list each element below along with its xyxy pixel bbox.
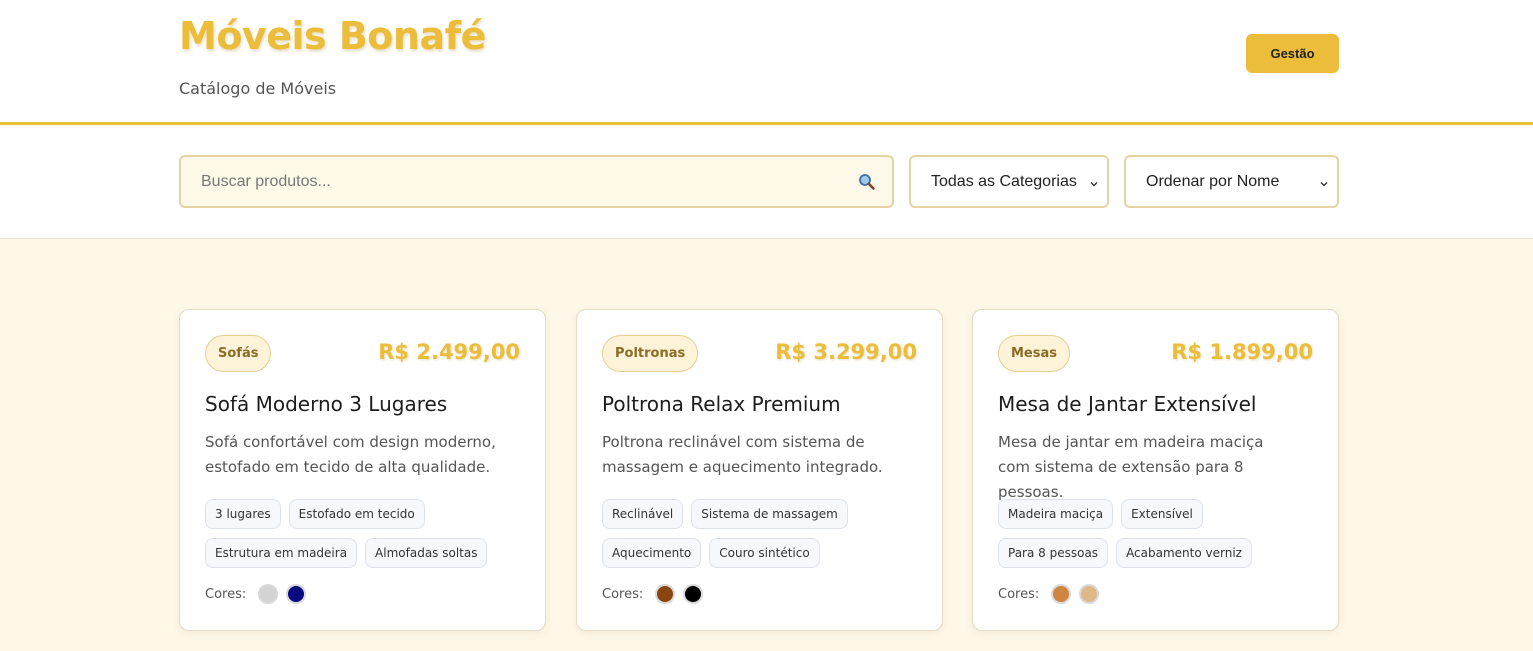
product-name: Poltrona Relax Premium <box>602 392 841 416</box>
color-swatch[interactable] <box>1051 584 1072 604</box>
feature-tag: Almofadas soltas <box>365 538 488 568</box>
feature-list: Reclinável Sistema de massagem Aquecimen… <box>602 499 922 568</box>
product-card[interactable]: Sofás R$ 2.499,00 Sofá Moderno 3 Lugares… <box>179 309 546 631</box>
product-description: Mesa de jantar em madeira maciça com sis… <box>998 433 1264 501</box>
feature-tag: Acabamento verniz <box>1116 538 1252 568</box>
color-swatch[interactable] <box>258 584 279 604</box>
product-name: Sofá Moderno 3 Lugares <box>205 392 448 416</box>
feature-tag: Extensível <box>1121 499 1203 529</box>
category-select-value: Todas as Categorias <box>931 172 1077 190</box>
product-description: Poltrona reclinável com sistema de massa… <box>602 433 883 476</box>
sort-select[interactable]: Ordenar por Nome <box>1124 155 1339 208</box>
product-price: R$ 2.499,00 <box>378 340 520 364</box>
feature-tag: Sistema de massagem <box>691 499 848 529</box>
feature-tag: Estofado em tecido <box>288 499 425 529</box>
feature-tag: 3 lugares <box>205 499 281 529</box>
gestao-button[interactable]: Gestão <box>1246 34 1339 73</box>
colors-label: Cores: <box>602 586 644 602</box>
feature-tag: Para 8 pessoas <box>998 538 1109 568</box>
colors-label: Cores: <box>998 586 1040 602</box>
product-description: Sofá confortável com design moderno, est… <box>205 433 496 476</box>
feature-tag: Estrutura em madeira <box>205 538 358 568</box>
feature-tag: Madeira maciça <box>998 499 1114 529</box>
site-header: Móveis Bonafé Catálogo de Móveis Gestão <box>0 0 1533 125</box>
search-icon[interactable] <box>858 173 876 191</box>
color-swatch[interactable] <box>1079 584 1100 604</box>
color-options: Cores: <box>602 584 704 604</box>
filter-bar: Todas as Categorias Ordenar por Nome <box>0 125 1533 239</box>
color-options: Cores: <box>998 584 1100 604</box>
product-card[interactable]: Mesas R$ 1.899,00 Mesa de Jantar Extensí… <box>972 309 1339 631</box>
product-price: R$ 1.899,00 <box>1171 340 1313 364</box>
product-price: R$ 3.299,00 <box>775 340 917 364</box>
sort-select-value: Ordenar por Nome <box>1146 172 1280 190</box>
category-badge: Sofás <box>205 335 272 372</box>
product-name: Mesa de Jantar Extensível <box>998 392 1257 416</box>
category-select[interactable]: Todas as Categorias <box>909 155 1109 208</box>
feature-tag: Couro sintético <box>709 538 820 568</box>
search-input[interactable] <box>181 157 892 206</box>
color-swatch[interactable] <box>655 584 676 604</box>
color-options: Cores: <box>205 584 307 604</box>
chevron-down-icon <box>1319 176 1329 187</box>
category-badge: Poltronas <box>602 335 699 372</box>
product-card[interactable]: Poltronas R$ 3.299,00 Poltrona Relax Pre… <box>576 309 943 631</box>
color-swatch[interactable] <box>286 584 307 604</box>
colors-label: Cores: <box>205 586 247 602</box>
brand-subtitle: Catálogo de Móveis <box>179 79 337 98</box>
feature-tag: Reclinável <box>602 499 684 529</box>
feature-tag: Aquecimento <box>602 538 702 568</box>
chevron-down-icon <box>1089 176 1099 187</box>
search-box <box>179 155 894 208</box>
category-badge: Mesas <box>998 335 1071 372</box>
feature-list: Madeira maciça Extensível Para 8 pessoas… <box>998 499 1318 568</box>
feature-list: 3 lugares Estofado em tecido Estrutura e… <box>205 499 525 568</box>
brand-title: Móveis Bonafé <box>179 14 486 58</box>
color-swatch[interactable] <box>683 584 704 604</box>
